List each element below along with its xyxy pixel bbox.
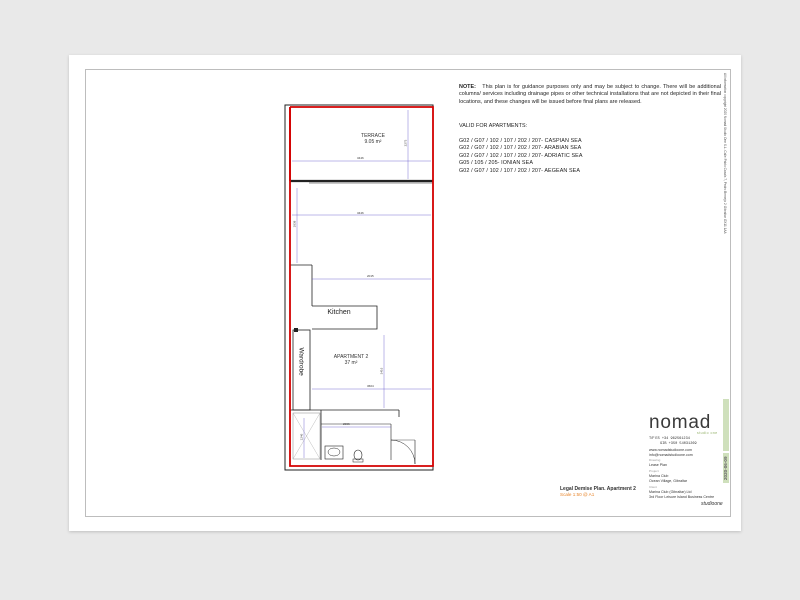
copyright-strip: All information copyright 2020 Nomad Stu… — [723, 73, 727, 234]
title-block: T/F ES +34 962561234 GIB +350 54031269 w… — [649, 436, 725, 501]
apartment-list-item: G05 / 105 / 205- IONIAN SEA — [459, 160, 534, 167]
dim-apartment-height: 3416 — [379, 367, 384, 375]
apartment-list-item: G02 / G07 / 102 / 107 / 202 / 207- CASPI… — [459, 138, 582, 144]
entry-door — [390, 439, 416, 465]
dim-apartment-width: 3604 — [367, 384, 374, 388]
dim-main-width: 3446 — [357, 211, 364, 215]
note-block: NOTE: This plan is for guidance purposes… — [459, 84, 721, 106]
dim-kitchen-width: 2015 — [367, 274, 374, 278]
apartment-list: G02 / G07 / 102 / 107 / 202 / 207- CASPI… — [459, 138, 583, 175]
kitchen-label: Kitchen — [327, 309, 351, 316]
drawing-scale: Scale 1:50 @ A1 — [560, 492, 595, 497]
apartment-list-item: G02 / G07 / 102 / 107 / 202 / 207- ARABI… — [459, 145, 582, 152]
company-logo-sub: studio one — [697, 431, 718, 435]
dim-terrace-height: 2273 — [403, 139, 408, 147]
wardrobe-label: Wardrobe — [297, 347, 305, 376]
apartment-area: 37 m² — [344, 360, 358, 366]
client-line-2: 3rd Floor Leisure Island Business Centre — [649, 495, 715, 500]
toilet — [353, 449, 363, 461]
apartment-list-item: G02 / G07 / 102 / 107 / 202 / 207- ADRIA… — [459, 152, 583, 159]
phone-label: T/F — [649, 436, 655, 440]
valid-heading: VALID FOR APARTMENTS: — [459, 123, 528, 129]
floor-plan — [284, 104, 434, 471]
terrace-area: 9.05 m² — [364, 139, 382, 145]
dim-bath-width: 2066 — [343, 422, 350, 426]
phone-es: ES +34 962561234 — [655, 437, 690, 441]
signature-stamp: studioone — [701, 501, 723, 507]
dim-terrace-width: 3446 — [357, 156, 364, 160]
drawing-sheet: TERRACE 9.05 m² Kitchen Wardrobe APARTME… — [69, 55, 741, 531]
note-label: NOTE: — [459, 84, 477, 90]
dim-left-height: 1838 — [292, 220, 297, 228]
apartment-list-item: G02 / G07 / 102 / 107 / 202 / 207- AEGEA… — [459, 167, 581, 174]
note-text: This plan is for guidance purposes only … — [459, 84, 721, 105]
dim-bath-height: 1246 — [299, 433, 304, 441]
